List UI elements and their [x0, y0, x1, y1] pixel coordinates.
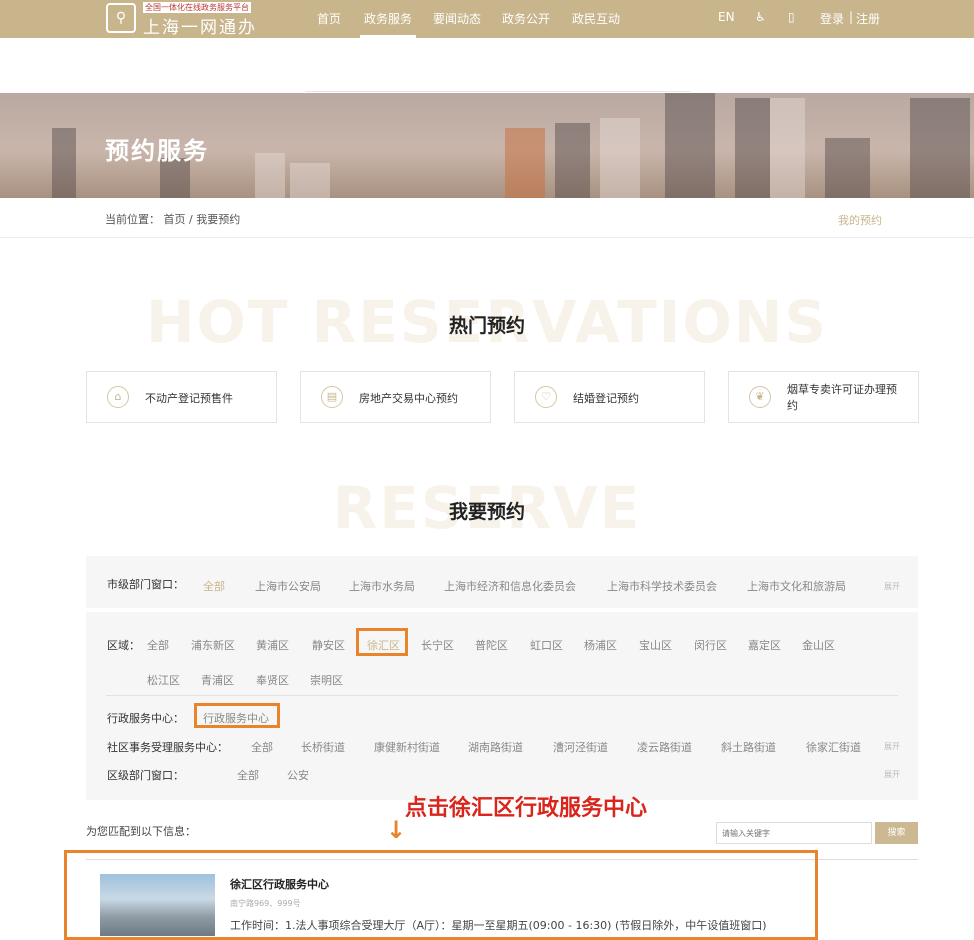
filter-option[interactable]: 虹口区: [530, 637, 563, 653]
nav-interaction[interactable]: 政民互动: [572, 10, 620, 27]
filter-option[interactable]: 上海市文化和旅游局: [747, 578, 846, 594]
highlight-box: [64, 850, 818, 940]
mobile-icon[interactable]: ▯: [788, 10, 795, 24]
filter-label: 社区事务受理服务中心：: [107, 741, 228, 754]
login-link[interactable]: 登录: [820, 10, 844, 27]
arrow-down-icon: ↓: [386, 816, 407, 844]
filter-option[interactable]: 湖南路街道: [468, 739, 523, 755]
divider: [305, 91, 690, 92]
filter-option[interactable]: 上海市科学技术委员会: [607, 578, 717, 594]
filter-option[interactable]: 浦东新区: [191, 637, 235, 653]
filter-option[interactable]: 闵行区: [694, 637, 727, 653]
card-label: 烟草专卖许可证办理预约: [787, 383, 897, 412]
search-input[interactable]: [716, 822, 872, 844]
annotation-text: 点击徐汇区行政服务中心: [405, 796, 648, 821]
house-icon: ⌂: [107, 386, 129, 408]
filter-option[interactable]: 静安区: [312, 637, 345, 653]
filter-label: 区域：: [107, 639, 140, 652]
filter-option[interactable]: 青浦区: [201, 672, 234, 688]
my-reservations-link[interactable]: 我的预约: [838, 212, 882, 228]
divider: [106, 695, 898, 696]
divider: [0, 237, 974, 238]
nav-home[interactable]: 首页: [317, 10, 341, 27]
filter-option[interactable]: 长宁区: [421, 637, 454, 653]
filter-option[interactable]: 杨浦区: [584, 637, 617, 653]
filter-option[interactable]: 上海市公安局: [255, 578, 321, 594]
hot-card-marriage[interactable]: ♡ 结婚登记预约: [514, 371, 705, 423]
expand-toggle[interactable]: 展开: [884, 741, 900, 752]
expand-toggle[interactable]: 展开: [884, 581, 900, 592]
filter-option[interactable]: 公安: [287, 767, 309, 783]
filter-option[interactable]: 上海市经济和信息化委员会: [444, 578, 576, 594]
filter-option[interactable]: 宝山区: [639, 637, 672, 653]
banner: 预约服务: [0, 93, 974, 198]
reserve-title: 我要预约: [448, 501, 525, 523]
filter-option[interactable]: 康健新村街道: [374, 739, 440, 755]
card-label: 结婚登记预约: [573, 392, 639, 405]
filter-option[interactable]: 全部: [203, 578, 225, 594]
filter-option[interactable]: 凌云路街道: [637, 739, 692, 755]
highlight-box: [356, 628, 408, 656]
filter-label: 区级部门窗口：: [107, 769, 184, 782]
breadcrumb-current: 我要预约: [196, 213, 241, 226]
filter-option[interactable]: 嘉定区: [748, 637, 781, 653]
filter-option[interactable]: 全部: [237, 767, 259, 783]
filter-option[interactable]: 奉贤区: [256, 672, 289, 688]
results-label: 为您匹配到以下信息：: [86, 825, 196, 838]
logo-emblem-icon[interactable]: ⚲: [106, 3, 136, 33]
language-toggle[interactable]: EN: [718, 10, 735, 24]
filter-option[interactable]: 全部: [251, 739, 273, 755]
nav-gov-open[interactable]: 政务公开: [502, 10, 550, 27]
nav-gov-services[interactable]: 政务服务: [359, 10, 417, 38]
filter-option[interactable]: 全部: [147, 637, 169, 653]
banner-title: 预约服务: [105, 137, 209, 165]
hot-card-tobacco[interactable]: ❦ 烟草专卖许可证办理预约: [728, 371, 919, 423]
hot-title: 热门预约: [448, 315, 525, 337]
city-filter-panel: 市级部门窗口： 全部 上海市公安局 上海市水务局 上海市经济和信息化委员会 上海…: [86, 556, 918, 608]
breadcrumb: 当前位置： 首页 / 我要预约: [105, 211, 240, 227]
filter-option[interactable]: 斜土路街道: [721, 739, 776, 755]
top-header: ⚲ 全国一体化在线政务服务平台 上海一网通办 首页 政务服务 要闻动态 政务公开…: [0, 0, 974, 38]
heart-icon: ♡: [535, 386, 557, 408]
breadcrumb-sep: /: [189, 213, 193, 226]
filter-option[interactable]: 普陀区: [475, 637, 508, 653]
filter-label: 市级部门窗口：: [107, 578, 184, 591]
accessibility-icon[interactable]: ♿: [755, 10, 766, 24]
leaf-icon: ❦: [749, 386, 771, 408]
hot-card-real-estate[interactable]: ⌂ 不动产登记预售件: [86, 371, 277, 423]
highlight-box: [194, 703, 280, 728]
filter-option[interactable]: 长桥街道: [301, 739, 345, 755]
filter-option[interactable]: 崇明区: [310, 672, 343, 688]
expand-toggle[interactable]: 展开: [884, 769, 900, 780]
card-label: 房地产交易中心预约: [359, 392, 458, 405]
filter-option[interactable]: 漕河泾街道: [553, 739, 608, 755]
document-icon: ▤: [321, 386, 343, 408]
logo-subtitle: 全国一体化在线政务服务平台: [143, 2, 251, 13]
filter-option[interactable]: 上海市水务局: [349, 578, 415, 594]
card-label: 不动产登记预售件: [145, 392, 233, 405]
divider: |: [849, 10, 854, 24]
breadcrumb-home[interactable]: 首页: [164, 213, 186, 226]
filter-label: 行政服务中心：: [107, 712, 184, 725]
hot-card-housing-trade[interactable]: ▤ 房地产交易中心预约: [300, 371, 491, 423]
nav-news[interactable]: 要闻动态: [433, 10, 481, 27]
filter-option[interactable]: 金山区: [802, 637, 835, 653]
breadcrumb-prefix: 当前位置：: [105, 213, 160, 226]
filter-option[interactable]: 黄浦区: [256, 637, 289, 653]
register-link[interactable]: 注册: [856, 10, 880, 27]
region-filter-panel: 区域： 全部 浦东新区 黄浦区 静安区 徐汇区 长宁区 普陀区 虹口区 杨浦区 宝山区 闵行区 嘉定区…: [86, 612, 918, 800]
filter-option[interactable]: 徐家汇街道: [806, 739, 861, 755]
search-button[interactable]: 搜索: [875, 822, 918, 844]
filter-option[interactable]: 松江区: [147, 672, 180, 688]
logo-title[interactable]: 上海一网通办: [143, 13, 257, 38]
